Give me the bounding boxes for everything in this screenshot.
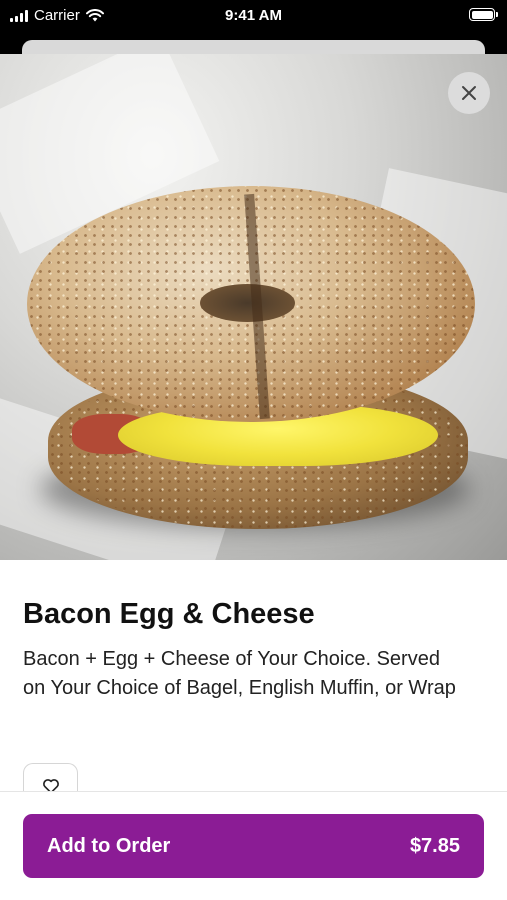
status-time: 9:41 AM	[225, 7, 282, 24]
close-button[interactable]	[448, 72, 490, 114]
bottom-bar: Add to Order $7.85	[0, 792, 507, 900]
add-to-order-button[interactable]: Add to Order $7.85	[23, 814, 484, 878]
status-bar: Carrier 9:41 AM	[0, 0, 507, 34]
item-title: Bacon Egg & Cheese	[23, 598, 315, 630]
order-price: $7.85	[409, 834, 460, 857]
item-details: Bacon Egg & Cheese Bacon + Egg + Cheese …	[0, 560, 507, 900]
bagel-hole	[200, 284, 295, 322]
close-icon	[462, 86, 476, 100]
item-photo	[0, 54, 507, 560]
item-description: Bacon + Egg + Cheese of Your Choice. Ser…	[23, 648, 456, 699]
battery-icon	[469, 8, 498, 21]
add-to-order-label: Add to Order	[47, 834, 171, 857]
